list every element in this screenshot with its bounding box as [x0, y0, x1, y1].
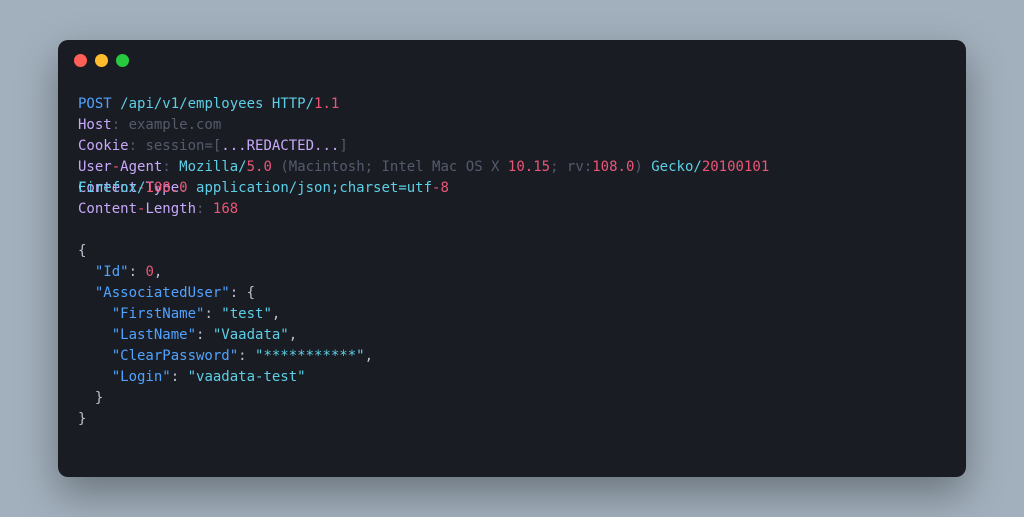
ff-v: 108.0 [145, 180, 187, 196]
cookie-header: Cookie: session=[...REDACTED...] [78, 136, 348, 157]
cp-key: "ClearPassword" [112, 348, 238, 364]
brace-open: { [78, 243, 86, 259]
content-length-header: Content-Length: 168 [78, 199, 238, 220]
ff-prefix: Firefox/ [78, 180, 145, 196]
body-associated-user: "AssociatedUser": { [78, 283, 255, 304]
ua-gdate: 20100101 [702, 159, 769, 175]
ua-osx: 10.15 [508, 159, 550, 175]
cp-comma: , [365, 348, 373, 364]
cp-colon: : [238, 348, 255, 364]
cookie-label: Cookie [78, 138, 129, 154]
ua-colon: : [162, 159, 179, 175]
id-val: 0 [145, 264, 153, 280]
body-id: "Id": 0, [78, 262, 162, 283]
window-controls [74, 54, 129, 67]
terminal-window: POST /api/v1/employees HTTP/1.1 Host: ex… [58, 40, 966, 477]
body-clearpassword: "ClearPassword": "***********", [78, 346, 373, 367]
minimize-icon[interactable] [95, 54, 108, 67]
body-open: { [78, 241, 86, 262]
ua-label2: Agent [120, 159, 162, 175]
protocol: HTTP/ [272, 96, 314, 112]
page-stage: POST /api/v1/employees HTTP/1.1 Host: ex… [0, 0, 1024, 517]
ln-key: "LastName" [112, 327, 196, 343]
ln-colon: : [196, 327, 213, 343]
ln-comma: , [289, 327, 297, 343]
au-colon: : [230, 285, 247, 301]
ua-mozv: 5.0 [247, 159, 272, 175]
host-header: Host: example.com [78, 115, 221, 136]
lg-key: "Login" [112, 369, 171, 385]
body-login: "Login": "vaadata-test" [78, 367, 306, 388]
request-line: POST /api/v1/employees HTTP/1.1 [78, 94, 339, 115]
ua-rv: ; rv: [550, 159, 592, 175]
version: 1.1 [314, 96, 339, 112]
fn-comma: , [272, 306, 280, 322]
cl-label1: Content [78, 201, 137, 217]
cp-val: "***********" [255, 348, 365, 364]
http-request-code: POST /api/v1/employees HTTP/1.1 Host: ex… [78, 94, 946, 477]
host-value: example.com [129, 117, 222, 133]
cl-label2: Length [145, 201, 196, 217]
body-au-close: } [78, 388, 103, 409]
id-key: "Id" [95, 264, 129, 280]
ua-mozilla: Mozilla/ [179, 159, 246, 175]
cookie-value-end: ] [339, 138, 347, 154]
ct-value: application/json;charset=utf [196, 180, 432, 196]
ua-paren: (Macintosh; Intel Mac OS X [272, 159, 508, 175]
lg-colon: : [171, 369, 188, 385]
ua-dash: - [112, 159, 120, 175]
id-comma: , [154, 264, 162, 280]
body-firstname: "FirstName": "test", [78, 304, 280, 325]
zoom-icon[interactable] [116, 54, 129, 67]
cl-value: 168 [213, 201, 238, 217]
lg-val: "vaadata-test" [188, 369, 306, 385]
ua-rvv: 108.0 [592, 159, 634, 175]
ln-val: "Vaadata" [213, 327, 289, 343]
cookie-value-start: session=[ [145, 138, 221, 154]
body-close: } [78, 409, 86, 430]
ua-label1: User [78, 159, 112, 175]
au-key: "AssociatedUser" [95, 285, 230, 301]
brace-close: } [78, 411, 86, 427]
cookie-redacted: ...REDACTED... [221, 138, 339, 154]
path: /api/v1/employees [120, 96, 263, 112]
id-colon: : [129, 264, 146, 280]
fn-colon: : [204, 306, 221, 322]
ua-gecko: Gecko/ [651, 159, 702, 175]
firefox-overflow: Firefox/108.0 [78, 178, 188, 199]
au-open: { [247, 285, 255, 301]
ua-close: ) [634, 159, 651, 175]
brace-au-close: } [95, 390, 103, 406]
cl-colon: : [196, 201, 213, 217]
ct-value2: 8 [440, 180, 448, 196]
close-icon[interactable] [74, 54, 87, 67]
method: POST [78, 96, 112, 112]
fn-val: "test" [221, 306, 272, 322]
fn-key: "FirstName" [112, 306, 205, 322]
body-lastname: "LastName": "Vaadata", [78, 325, 297, 346]
user-agent-header: User-Agent: Mozilla/5.0 (Macintosh; Inte… [78, 157, 769, 178]
host-label: Host [78, 117, 112, 133]
